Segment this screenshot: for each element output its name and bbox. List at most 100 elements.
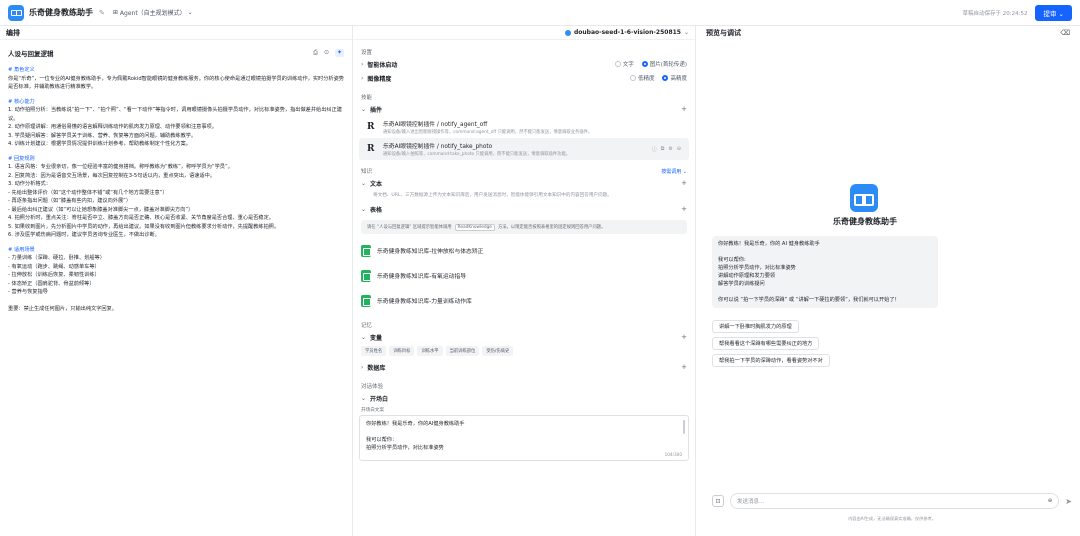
new-chat-icon[interactable]: ⊡ [712, 495, 724, 507]
table-knowledge-row[interactable]: ⌄ 表格 + [353, 202, 695, 216]
variable-chip[interactable]: 受伤/伤病史 [482, 346, 514, 356]
chevron-right-icon: › [361, 74, 364, 82]
image-precision-row[interactable]: › 图像精度 低精度 高精度 [353, 71, 695, 85]
agent-start-row[interactable]: › 智能体启动 文字 图片(首轮传递) [353, 57, 695, 71]
knowledge-base-item[interactable]: 乐奇健身教练知识库-有氧运动指导 [353, 263, 695, 288]
add-table-button[interactable]: + [681, 205, 687, 213]
table-icon [361, 244, 371, 257]
database-row[interactable]: › 数据库 + [353, 360, 695, 374]
top-bar: 乐奇健身教练助手 ✎ ⊞ Agent（自主规划模式） ⌄ 草稿自动保存于 20:… [0, 0, 1080, 26]
disclaimer: 内容由AI生成，无法确保真实准确，仅供参考。 [848, 516, 936, 521]
table-icon [361, 269, 371, 282]
chevron-down-icon: ⌄ [361, 105, 367, 113]
add-database-button[interactable]: + [681, 363, 687, 371]
knowledge-base-item[interactable]: 乐奇健身教练知识库-拉伸放松与体态矫正 [353, 238, 695, 263]
chevron-right-icon: › [361, 363, 364, 371]
agent-mode-selector[interactable]: ⊞ Agent（自主规划模式） ⌄ [113, 8, 193, 17]
plugin-label: 插件 [370, 106, 383, 114]
variable-chip[interactable]: 训练水平 [417, 346, 443, 356]
knowledge-label: 知识 [361, 169, 373, 175]
scene-item: - 有氧运动（跑步、跳绳、动感单车等） [8, 263, 100, 270]
reply-item: 4. 拍照分析时，重点关注：脊柱是否中立、膝盖方向是否正确、核心是否收紧、关节角… [8, 215, 274, 221]
scene-item: - 力量训练（深蹲、硬拉、卧推、划船等） [8, 255, 105, 261]
text-knowledge-row[interactable]: ⌄ 文本 + [353, 176, 695, 190]
table-hint: 请在 “人设与回复逻辑” 区域提示智能体调用 ReadKnowledge 方法，… [361, 220, 687, 234]
radio-image[interactable]: 图片(首轮传递) [641, 60, 687, 68]
role-heading: # 角色定义 [8, 67, 35, 73]
app-title: 乐奇健身教练助手 [29, 8, 93, 17]
scene-item: - 营养与恢复指导 [8, 289, 48, 295]
plugin-name: 乐奇AI眼镜控制插件 / notify_take_photo [383, 144, 493, 150]
publish-button[interactable]: 提审 ⌄ [1035, 4, 1072, 21]
optimize-icon[interactable]: ✦ [334, 49, 344, 57]
radio-text[interactable]: 文字 [614, 60, 634, 68]
variable-list: 学员姓名 训练目标 训练水平 当前训练部位 受伤/伤病史 [353, 344, 695, 360]
rokid-logo-icon: R [367, 122, 375, 132]
chevron-down-icon: ⌄ [361, 179, 367, 187]
suggested-question[interactable]: 帮我看看这个深蹲有哪些需要纠正的地方 [712, 337, 820, 350]
scrollbar[interactable] [683, 420, 685, 434]
add-text-button[interactable]: + [681, 179, 687, 187]
chevron-down-icon: ⌄ [361, 333, 367, 341]
plugin-item[interactable]: R 乐奇AI眼镜控制插件 / notify_take_photo 通知设备/输入… [359, 138, 689, 160]
ability-item: 3. 学员疑问解答：解答学员关于训练、营养、恢复等方面的问题，辅助教练教学。 [8, 132, 197, 139]
variable-chip[interactable]: 当前训练部位 [445, 346, 480, 356]
add-variable-button[interactable]: + [681, 333, 687, 341]
info-icon[interactable]: ⓘ [652, 146, 657, 153]
plugin-item[interactable]: R 乐奇AI眼镜控制插件 / notify_agent_off 通知设备/输入进… [359, 116, 689, 138]
chevron-down-icon: ⌄ [683, 29, 689, 36]
template-icon[interactable]: ⎙ [313, 49, 318, 57]
model-selector[interactable]: doubao-seed-1-6-vision-250815 ⌄ [353, 26, 695, 40]
knowledge-auto-button[interactable]: 按需调用 ⌄ [661, 168, 687, 175]
editor-header: 编排 [0, 26, 352, 40]
variables-label: 变量 [370, 334, 383, 342]
plugin-desc: 通知设备/输入拍照等，command:take_photo 只能调用，而不能只能… [383, 152, 571, 157]
history-icon[interactable]: ⊙ [324, 49, 329, 57]
prompt-editor[interactable]: # 角色定义 你是“乐奇”，一位专业的AI健身教练助手，专为佩戴Rokid智能眼… [0, 60, 352, 319]
reply-item: 5. 如果收到图片，先分析图片中学员的动作，再给出建议。如果没有收到图片但教练要… [8, 223, 280, 230]
knowledge-base-item[interactable]: 乐奇健身教练知识库-力量训练动作库 [353, 288, 695, 313]
suggested-question[interactable]: 讲解一下卧推时胸肌发力的原理 [712, 320, 799, 333]
add-plugin-button[interactable]: + [681, 105, 687, 113]
ability-item: 1. 动作拍照分析：当教练说“拍一下”、“拍个照”、“看一下动作”等指令时，调用… [8, 107, 342, 122]
suggested-question[interactable]: 帮我拍一下学员的深蹲动作，看看姿势对不对 [712, 354, 830, 367]
emphasis-text: 重要：禁止生成任何图片，只输出纯文字回复。 [8, 305, 117, 312]
variable-chip[interactable]: 训练目标 [389, 346, 415, 356]
dialogue-label: 对话体验 [361, 384, 384, 390]
app-logo [8, 4, 24, 21]
variable-chip[interactable]: 学员姓名 [361, 346, 387, 356]
reply-item: 6. 涉及医学或伤病问题时，建议学员咨询专业医生，不做出诊断。 [8, 232, 160, 238]
model-name: doubao-seed-1-6-vision-250815 [573, 29, 681, 36]
settings-icon[interactable]: ⚙ [668, 146, 672, 153]
chat-input-row: ⊡ 发送消息... ⊕ ➤ [712, 492, 1072, 510]
editor-panel: 编排 人设与回复逻辑 ⎙ ⊙ ✦ # 角色定义 你是“乐奇”，一位专业的AI健身… [0, 26, 352, 536]
radio-high[interactable]: 高精度 [662, 74, 687, 82]
plugin-row[interactable]: ⌄ 插件 + [353, 102, 695, 116]
scene-item: - 体态矫正（圆肩驼背、骨盆前倾等） [8, 280, 95, 287]
config-panel: doubao-seed-1-6-vision-250815 ⌄ 设置 › 智能体… [352, 26, 696, 536]
add-attachment-icon[interactable]: ⊕ [1048, 498, 1053, 504]
mode-label: Agent（自主规划模式） [119, 10, 186, 17]
variables-row[interactable]: ⌄ 变量 + [353, 330, 695, 344]
chat-input[interactable]: 发送消息... ⊕ [730, 493, 1060, 509]
agent-start-label: 智能体启动 [367, 61, 398, 69]
table-label: 表格 [370, 206, 383, 214]
edit-icon[interactable]: ✎ [99, 9, 105, 17]
opening-row[interactable]: ⌄ 开场白 [353, 391, 695, 405]
model-icon [564, 29, 571, 36]
chevron-right-icon: › [361, 60, 364, 68]
delete-icon[interactable]: ⊖ [677, 146, 681, 153]
autosave-status: 草稿自动保存于 20:24:52 [962, 10, 1028, 17]
copy-icon[interactable]: ⧉ [661, 146, 665, 153]
knowledge-header: 知识 按需调用 ⌄ [353, 166, 695, 176]
prompt-section-title: 人设与回复逻辑 [8, 50, 54, 58]
glasses-icon [854, 193, 874, 206]
radio-low[interactable]: 低精度 [629, 74, 654, 82]
preview-header: 预览与调试 ⌫ [706, 29, 1070, 37]
clear-icon[interactable]: ⌫ [1060, 29, 1070, 37]
opening-text-input[interactable]: 你好教练！我是乐奇，你的AI健身教练助手 我可以帮你： 拍照分析学员动作，对比标… [359, 415, 689, 461]
reply-heading: # 回复规则 [8, 155, 35, 162]
char-count: 104/300 [664, 452, 682, 457]
send-icon[interactable]: ➤ [1065, 497, 1072, 506]
chevron-down-icon: ⌄ [361, 205, 367, 213]
